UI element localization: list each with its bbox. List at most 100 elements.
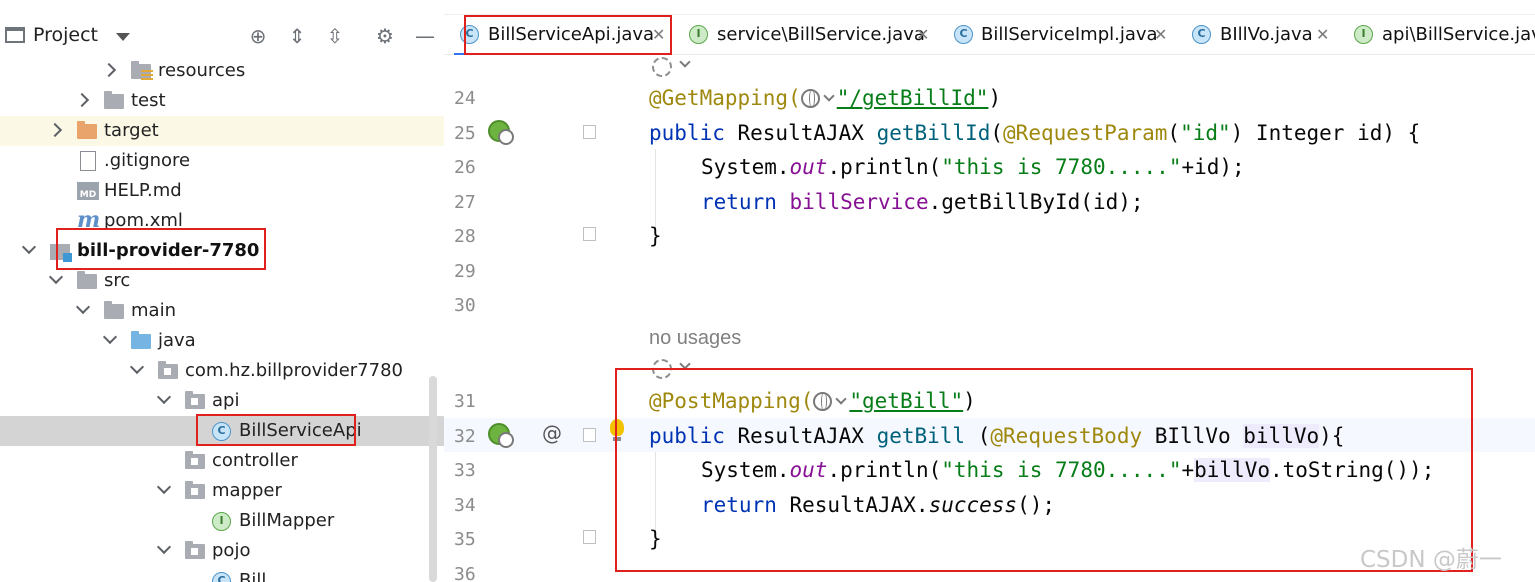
ignore-file-icon	[80, 151, 96, 171]
tree-item-bill-provider-7780[interactable]: bill-provider-7780	[0, 236, 444, 266]
tab-billserviceapi[interactable]: C BillServiceApi.java ✕	[454, 15, 669, 56]
close-icon[interactable]: ✕	[1316, 25, 1329, 44]
locate-target-icon[interactable]: ⊕	[247, 25, 269, 47]
fold-marker-icon[interactable]	[583, 530, 596, 544]
collapse-all-icon[interactable]: ⇳	[324, 25, 346, 47]
code-line-27[interactable]: return billService.getBillById(id);	[701, 185, 1144, 219]
project-toolbar: Project ⊕ ⇕ ⇳ ⚙ —	[0, 15, 444, 55]
fold-marker-icon[interactable]	[583, 428, 596, 442]
fold-marker-icon[interactable]	[583, 125, 596, 139]
tab-billvo[interactable]: C BIllVo.java ✕	[1182, 15, 1332, 55]
tree-item-pojo[interactable]: pojo	[0, 536, 444, 566]
globe-icon[interactable]	[800, 89, 820, 108]
tree-item-label: BillMapper	[239, 510, 335, 531]
globe-icon[interactable]	[813, 392, 833, 411]
chevron-down-icon[interactable]	[102, 329, 118, 345]
code-line-34[interactable]: return ResultAJAX.success();	[701, 488, 1055, 522]
tab-api-billservice[interactable]: I api\BillService.java	[1342, 15, 1535, 55]
chevron-down-icon[interactable]	[75, 299, 91, 315]
chevron-right-icon[interactable]	[74, 92, 90, 108]
code-editor[interactable]: 24 25 26 27 28 29 30 31 32 33 34 35 36 @…	[444, 55, 1535, 582]
chevron-down-icon[interactable]	[156, 389, 172, 405]
spring-endpoint-icon[interactable]	[488, 423, 514, 448]
tree-item-main[interactable]: main	[0, 296, 444, 326]
close-icon[interactable]: ✕	[916, 25, 929, 44]
chevron-down-icon[interactable]	[21, 239, 37, 255]
tree-item-label: api	[212, 390, 240, 411]
chevron-down-icon[interactable]	[156, 479, 172, 495]
spring-endpoint-icon[interactable]	[488, 120, 514, 145]
minimize-icon[interactable]: —	[414, 25, 436, 47]
project-panel-icon	[5, 27, 25, 43]
tree-item-help-md[interactable]: MD HELP.md	[0, 176, 444, 206]
close-icon[interactable]: ✕	[1154, 25, 1167, 44]
tree-item-gitignore[interactable]: .gitignore	[0, 146, 444, 176]
tree-item-mapper[interactable]: mapper	[0, 476, 444, 506]
project-panel-title[interactable]: Project	[33, 24, 98, 46]
ai-assist-icon[interactable]	[652, 57, 672, 77]
chevron-down-icon[interactable]	[48, 269, 64, 285]
tab-label: BIllVo.java	[1220, 24, 1313, 45]
project-scrollbar[interactable]	[429, 376, 437, 582]
chevron-down-icon[interactable]	[835, 393, 848, 405]
close-icon[interactable]: ✕	[652, 25, 665, 44]
tree-item-controller[interactable]: controller	[0, 446, 444, 476]
code-line-35[interactable]: }	[649, 522, 662, 556]
tab-label: api\BillService.java	[1382, 24, 1535, 45]
interface-icon: I	[1354, 25, 1373, 44]
package-icon	[158, 361, 178, 379]
line-number: 36	[454, 564, 476, 582]
tree-item-bill[interactable]: C Bill	[0, 566, 444, 582]
code-line-28[interactable]: }	[649, 219, 662, 253]
chevron-down-icon[interactable]	[823, 90, 835, 102]
expand-all-icon[interactable]: ⇕	[286, 25, 308, 47]
editor-tab-bar: C BillServiceApi.java ✕ I service\BillSe…	[444, 15, 1535, 56]
chevron-down-icon[interactable]	[679, 56, 691, 68]
tab-billserviceimpl[interactable]: C BillServiceImpl.java ✕	[944, 15, 1167, 55]
code-line-25[interactable]: public ResultAJAX getBillId(@RequestPara…	[649, 116, 1420, 150]
tree-item-billmapper[interactable]: I BillMapper	[0, 506, 444, 536]
line-number: 33	[454, 460, 476, 481]
tree-item-src[interactable]: src	[0, 266, 444, 296]
tree-item-label: com.hz.billprovider7780	[185, 360, 403, 381]
tree-item-resources[interactable]: resources	[0, 56, 444, 86]
module-folder-icon	[50, 244, 72, 262]
fold-marker-icon[interactable]	[583, 227, 596, 241]
source-folder-icon	[131, 331, 151, 349]
tree-item-billserviceapi[interactable]: C BillServiceApi	[0, 416, 444, 446]
code-line-31[interactable]: @PostMapping("getBill")	[649, 384, 976, 418]
code-line-32[interactable]: public ResultAJAX getBill (@RequestBody …	[649, 419, 1344, 453]
project-tool-window: Project ⊕ ⇕ ⇳ ⚙ — resources test target …	[0, 0, 444, 582]
chevron-down-icon[interactable]	[156, 539, 172, 555]
tree-item-java[interactable]: java	[0, 326, 444, 356]
tab-service-billservice[interactable]: I service\BillService.java ✕	[679, 15, 934, 55]
tree-item-label: target	[104, 120, 159, 141]
chevron-right-icon[interactable]	[101, 62, 117, 78]
ai-assist-icon[interactable]	[652, 359, 672, 379]
chevron-right-icon[interactable]	[47, 122, 63, 138]
tree-item-label: Bill	[239, 570, 267, 582]
tree-item-test[interactable]: test	[0, 86, 444, 116]
interface-icon: I	[212, 512, 231, 531]
code-line-26[interactable]: System.out.println("this is 7780....."+i…	[701, 150, 1245, 184]
gear-icon[interactable]: ⚙	[374, 25, 396, 47]
line-number: 30	[454, 295, 476, 316]
chevron-down-icon[interactable]	[129, 359, 145, 375]
tree-item-package-root[interactable]: com.hz.billprovider7780	[0, 356, 444, 386]
chevron-down-icon[interactable]	[679, 358, 691, 370]
lightbulb-icon[interactable]	[610, 419, 624, 441]
tree-item-target[interactable]: target	[0, 116, 444, 146]
line-number: 25	[454, 123, 476, 144]
tree-item-pom-xml[interactable]: m pom.xml	[0, 206, 444, 236]
watermark: CSDN @蔚一	[1360, 547, 1502, 573]
class-icon: C	[954, 25, 973, 44]
line-number: 26	[454, 157, 476, 178]
chevron-down-icon[interactable]	[116, 33, 130, 41]
code-line-24[interactable]: @GetMapping("/getBillId")	[649, 81, 1001, 115]
tree-item-api[interactable]: api	[0, 386, 444, 416]
excluded-folder-icon	[77, 121, 97, 139]
code-line-33[interactable]: System.out.println("this is 7780....."+b…	[701, 453, 1434, 487]
usage-hint[interactable]: no usages	[649, 327, 741, 350]
line-number: 34	[454, 495, 476, 516]
annotation-icon[interactable]: @	[542, 421, 562, 445]
